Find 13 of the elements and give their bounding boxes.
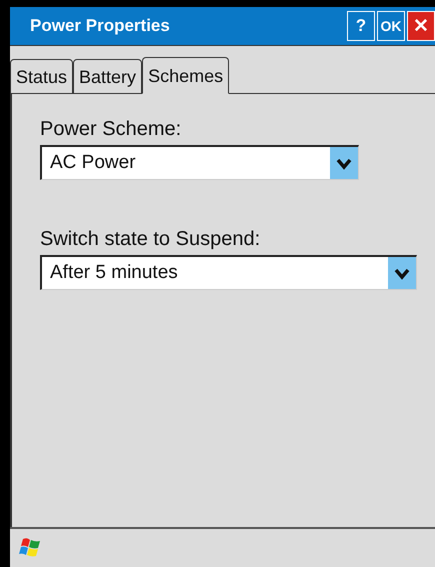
field-label: Switch state to Suspend: [40, 228, 262, 251]
tab[interactable]: Status [10, 59, 74, 94]
chevron-down-icon [388, 257, 416, 289]
dropdown[interactable]: AC Power [40, 145, 359, 180]
tab[interactable]: Schemes [142, 57, 230, 94]
window-title: Power Properties [30, 16, 170, 36]
dropdown[interactable]: After 5 minutes [40, 255, 417, 290]
tab[interactable]: Battery [73, 59, 142, 94]
ok-button[interactable]: OK [377, 11, 405, 41]
chevron-down-icon [330, 147, 358, 179]
help-button[interactable]: ? [347, 11, 375, 41]
field-label: Power Scheme: [40, 118, 182, 141]
close-button[interactable]: ✕ [407, 11, 435, 41]
